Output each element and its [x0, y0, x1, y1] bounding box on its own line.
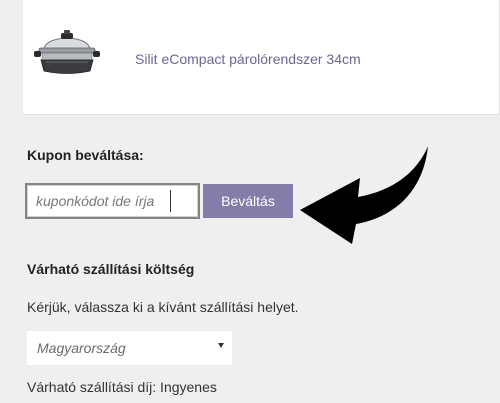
dropdown-arrow-icon [218, 343, 224, 348]
shipping-country-select[interactable]: Magyarország [27, 331, 232, 365]
shipping-cost-text: Várható szállítási díj: Ingyenes [27, 379, 217, 395]
shipping-estimate-title: Várható szállítási költség [27, 261, 195, 277]
curved-arrow-icon [300, 146, 428, 244]
cart-product-card: Silit eCompact párolórendszer 34cm [23, 0, 500, 115]
product-name-link[interactable]: Silit eCompact párolórendszer 34cm [135, 51, 361, 67]
text-caret [170, 190, 171, 212]
selected-country-value: Magyarország [37, 340, 126, 356]
coupon-code-input[interactable] [25, 183, 200, 219]
steamer-pot-image[interactable] [34, 27, 100, 77]
shipping-instruction-text: Kérjük, válassza ki a kívánt szállítási … [27, 299, 299, 315]
redeem-coupon-button[interactable]: Beváltás [203, 184, 293, 218]
coupon-section-title: Kupon beváltása: [27, 147, 144, 163]
